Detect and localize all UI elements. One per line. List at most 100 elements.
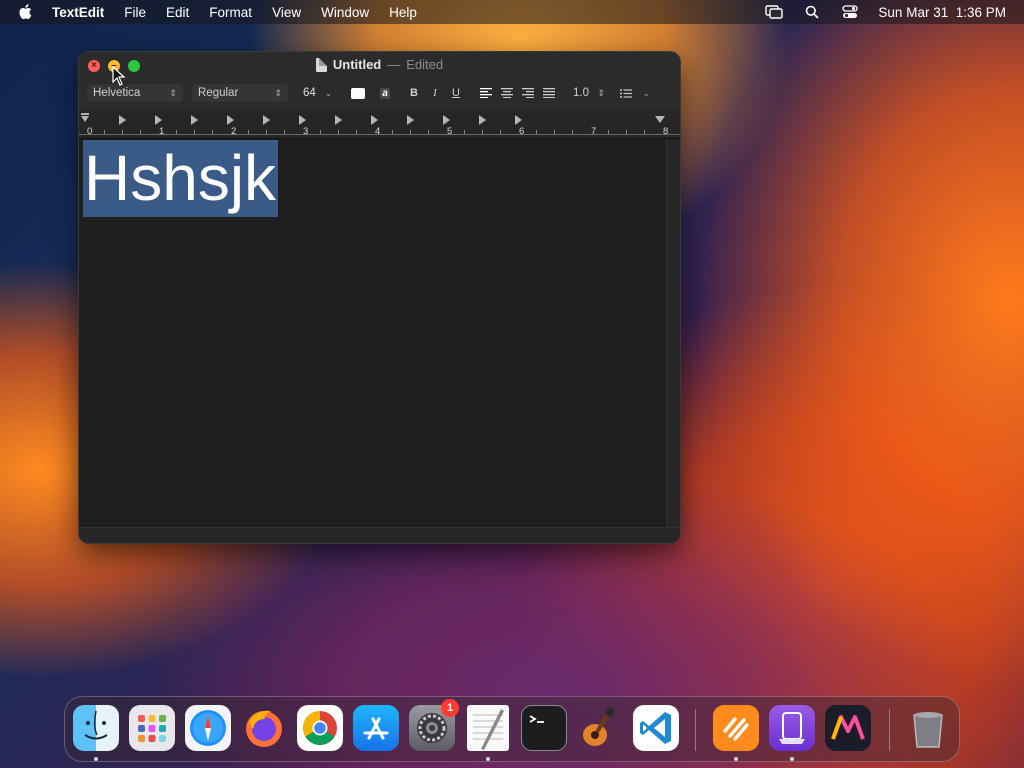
title-separator: — xyxy=(387,57,401,72)
align-right-button[interactable] xyxy=(520,84,536,102)
dock-safari[interactable] xyxy=(185,705,231,751)
font-size-value: 64 xyxy=(303,87,316,99)
list-style-popup[interactable]: ⌄ xyxy=(620,84,650,102)
ruler-number: 6 xyxy=(519,126,525,137)
ruler-tick xyxy=(608,130,609,134)
title-bar[interactable]: × – Untitled — Edited Helvetica ⇕ Regula… xyxy=(79,52,680,111)
ruler-tick xyxy=(410,130,411,134)
dock-simulator[interactable] xyxy=(769,705,815,751)
dock-garageband[interactable] xyxy=(577,705,623,751)
tab-stop-marker[interactable] xyxy=(191,115,198,125)
align-center-button[interactable] xyxy=(499,84,515,102)
line-spacing-value: 1.0 xyxy=(573,87,589,99)
simulator-icon xyxy=(779,712,805,744)
font-style-popup[interactable]: Regular ⇕ xyxy=(192,84,288,102)
mouse-pointer-icon xyxy=(112,66,126,86)
trash-icon xyxy=(913,712,943,748)
window-title: Untitled — Edited xyxy=(79,57,680,72)
tab-stop-marker[interactable] xyxy=(299,115,306,125)
first-line-indent-marker[interactable] xyxy=(81,113,89,115)
tab-stop-marker[interactable] xyxy=(227,115,234,125)
dock-trash[interactable] xyxy=(905,705,951,751)
dock-sublime-text[interactable] xyxy=(713,705,759,751)
text-color-well[interactable] xyxy=(351,84,367,102)
chevron-down-icon: ⌄ xyxy=(642,87,650,98)
dock-firefox[interactable] xyxy=(241,705,287,751)
running-indicator xyxy=(94,757,98,761)
align-left-button[interactable] xyxy=(478,84,494,102)
dock-separator xyxy=(695,709,696,751)
font-family-value: Helvetica xyxy=(93,87,141,99)
line-spacing-popup[interactable]: 1.0 ⇕ xyxy=(573,84,605,102)
justify-button[interactable] xyxy=(541,84,557,102)
app-store-icon xyxy=(363,717,389,740)
ruler-tick xyxy=(266,130,267,134)
document-name[interactable]: Untitled xyxy=(333,57,381,72)
tab-stop-marker[interactable] xyxy=(443,115,450,125)
tab-stop-marker[interactable] xyxy=(155,115,162,125)
search-icon[interactable] xyxy=(802,4,822,20)
ruler-tick xyxy=(284,130,285,134)
tab-stop-marker[interactable] xyxy=(263,115,270,125)
menu-file[interactable]: File xyxy=(124,5,146,20)
dock-finder[interactable] xyxy=(73,705,119,751)
firefox-icon xyxy=(246,710,282,747)
menu-help[interactable]: Help xyxy=(389,5,417,20)
popup-arrows-icon: ⇕ xyxy=(597,87,605,98)
highlight-color-button[interactable]: a xyxy=(378,84,392,102)
dock-textedit[interactable] xyxy=(467,705,509,751)
bulleted-list-icon xyxy=(620,88,632,98)
font-size-combo[interactable]: 64 ⌄ xyxy=(303,84,339,102)
right-indent-marker[interactable] xyxy=(655,116,665,123)
menu-window[interactable]: Window xyxy=(321,5,369,20)
tab-stop-marker[interactable] xyxy=(119,115,126,125)
dock-marker[interactable] xyxy=(825,705,871,751)
ruler-tick xyxy=(482,130,483,134)
menu-format[interactable]: Format xyxy=(209,5,252,20)
font-family-popup[interactable]: Helvetica ⇕ xyxy=(87,84,183,102)
tab-stop-marker[interactable] xyxy=(479,115,486,125)
dock-separator xyxy=(889,709,890,751)
menu-app-name[interactable]: TextEdit xyxy=(52,5,104,20)
ruler-tick xyxy=(140,130,141,134)
dock-terminal[interactable] xyxy=(521,705,567,751)
tab-stop-marker[interactable] xyxy=(371,115,378,125)
control-center-icon[interactable] xyxy=(840,4,860,20)
popup-arrows-icon: ⇕ xyxy=(169,87,177,98)
dock-vscode[interactable] xyxy=(633,705,679,751)
align-center-icon xyxy=(501,88,513,98)
text-view[interactable]: Hshsjk xyxy=(79,139,666,527)
ruler-tick xyxy=(572,130,573,134)
tab-stop-marker[interactable] xyxy=(515,115,522,125)
ruler-number: 0 xyxy=(87,126,93,137)
clock[interactable]: Sun Mar 31 1:36 PM xyxy=(878,5,1006,20)
screen-mirroring-icon[interactable] xyxy=(764,4,784,20)
dock-system-settings[interactable]: 1 xyxy=(409,699,459,751)
ruler-number: 7 xyxy=(591,126,597,137)
bold-button[interactable]: B xyxy=(406,84,422,102)
dock-launchpad[interactable] xyxy=(129,705,175,751)
dock-app-store[interactable] xyxy=(353,705,399,751)
vertical-scrollbar[interactable] xyxy=(666,139,680,527)
apple-menu-icon[interactable] xyxy=(18,4,34,20)
ruler-tick xyxy=(554,130,555,134)
menu-view[interactable]: View xyxy=(272,5,301,20)
dock-chrome[interactable] xyxy=(297,705,343,751)
underline-button[interactable]: U xyxy=(448,84,464,102)
document-icon[interactable] xyxy=(315,57,327,72)
horizontal-scrollbar[interactable] xyxy=(79,527,680,543)
selected-text[interactable]: Hshsjk xyxy=(83,140,279,217)
terminal-icon xyxy=(529,715,544,723)
finder-icon xyxy=(84,710,108,740)
textedit-window: × – Untitled — Edited Helvetica ⇕ Regula… xyxy=(79,52,680,543)
left-indent-marker[interactable] xyxy=(81,116,89,122)
tab-stop-marker[interactable] xyxy=(335,115,342,125)
ruler-number: 8 xyxy=(663,126,669,137)
ruler[interactable]: 0 1 2 3 4 5 6 7 8 xyxy=(79,110,680,139)
italic-button[interactable]: I xyxy=(427,84,443,102)
chrome-icon xyxy=(303,711,337,745)
menu-edit[interactable]: Edit xyxy=(166,5,189,20)
ruler-tick xyxy=(626,130,627,134)
ruler-tick xyxy=(176,130,177,134)
tab-stop-marker[interactable] xyxy=(407,115,414,125)
